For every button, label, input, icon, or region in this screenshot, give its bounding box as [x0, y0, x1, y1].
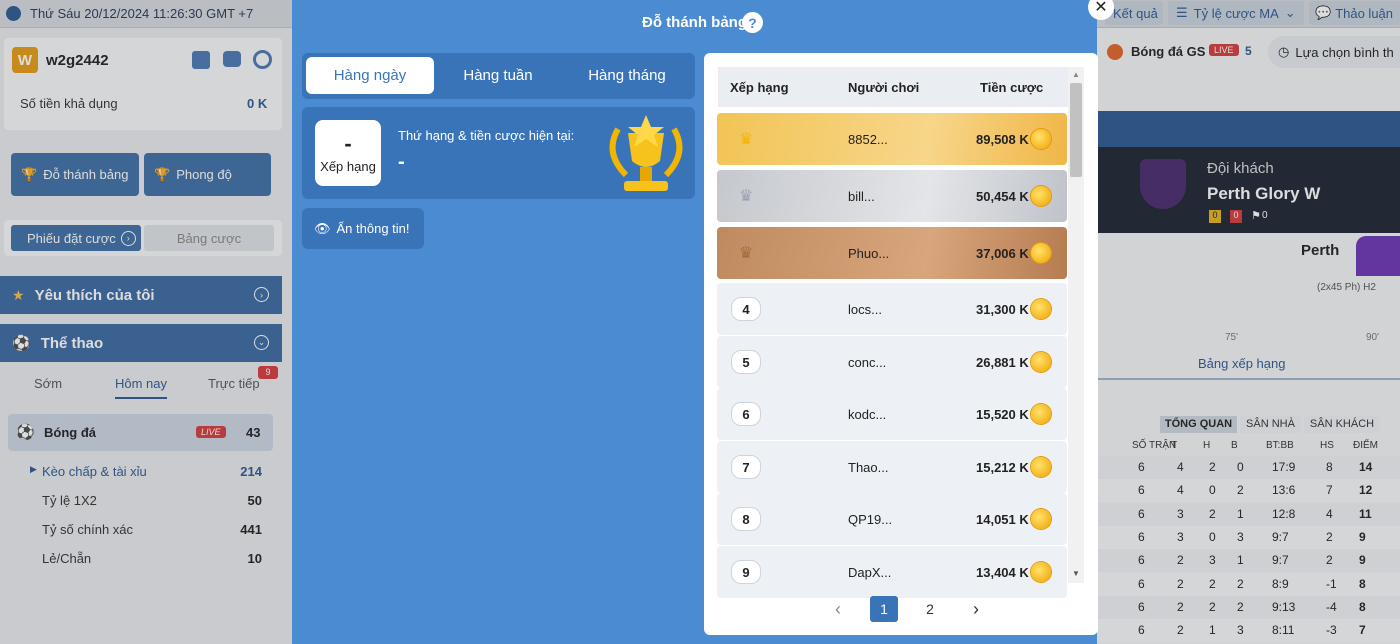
- table-header: Xếp hạng Người chơi Tiền cược: [718, 67, 1068, 107]
- rank-number: 6: [731, 402, 761, 426]
- scroll-down-icon[interactable]: ▼: [1072, 569, 1080, 578]
- page-button[interactable]: 2: [916, 596, 944, 622]
- player-name: QP19...: [848, 511, 893, 527]
- coin-icon: [1031, 352, 1051, 372]
- next-page-button[interactable]: ›: [962, 596, 990, 622]
- col-amount: Tiền cược: [980, 79, 1044, 95]
- player-name: conc...: [848, 354, 887, 370]
- leaderboard-row: 5 conc... 26,881 K: [717, 336, 1067, 388]
- bet-amount: 13,404 K: [976, 564, 1029, 580]
- trophy-icon: [609, 115, 683, 191]
- eye-off-icon: 👁: [314, 220, 331, 236]
- bet-amount: 50,454 K: [976, 188, 1029, 204]
- bet-amount: 26,881 K: [976, 354, 1029, 370]
- prev-page-button[interactable]: ‹: [824, 596, 852, 622]
- leaderboard-row: 6 kodc... 15,520 K: [717, 388, 1067, 440]
- coin-icon: [1031, 562, 1051, 582]
- leaderboard-row: 4 locs... 31,300 K: [717, 283, 1067, 335]
- bet-amount: 15,520 K: [976, 406, 1029, 422]
- bet-amount: 15,212 K: [976, 459, 1029, 475]
- my-rank-label: Xếp hạng: [320, 158, 376, 174]
- leaderboard-row: ♛ 8852... 89,508 K: [717, 113, 1067, 165]
- bet-amount: 37,006 K: [976, 245, 1029, 261]
- rank-number: 7: [731, 455, 761, 479]
- pagination: ‹ 1 2 ›: [824, 596, 1004, 622]
- coin-icon: [1031, 509, 1051, 529]
- coin-icon: [1031, 404, 1051, 424]
- coin-icon: [1031, 243, 1051, 263]
- current-value: -: [398, 151, 405, 173]
- my-rank-box: - Xếp hạng Thứ hạng & tiền cược hiện tại…: [302, 107, 695, 199]
- page-button[interactable]: 1: [870, 596, 898, 622]
- rank-number: 5: [731, 350, 761, 374]
- player-name: DapX...: [848, 564, 892, 580]
- player-name: 8852...: [848, 131, 888, 147]
- player-name: locs...: [848, 301, 882, 317]
- tab-daily[interactable]: Hàng ngày: [306, 57, 434, 94]
- col-player: Người chơi: [848, 79, 920, 95]
- rank-number: 8: [731, 507, 761, 531]
- leaderboard-row: 9 DapX... 13,404 K: [717, 546, 1067, 598]
- leaderboard-row: ♛ Phuo... 37,006 K: [717, 227, 1067, 279]
- rank-number: 4: [731, 297, 761, 321]
- coin-icon: [1031, 129, 1051, 149]
- leaderboard-row: ♛ bill... 50,454 K: [717, 170, 1067, 222]
- bet-amount: 89,508 K: [976, 131, 1029, 147]
- crown-icon: ♛: [738, 131, 754, 148]
- rank-number: 9: [731, 560, 761, 584]
- player-name: bill...: [848, 188, 875, 204]
- my-rank-value: -: [344, 130, 352, 156]
- player-name: kodc...: [848, 406, 887, 422]
- col-rank: Xếp hạng: [730, 79, 789, 95]
- tab-weekly[interactable]: Hàng tuần: [434, 57, 562, 94]
- leaderboard-row: 7 Thao... 15,212 K: [717, 441, 1067, 493]
- crown-icon: ♛: [738, 245, 754, 262]
- coin-icon: [1031, 299, 1051, 319]
- leaderboard-modal: Đỗ thánh bảng ? ✕ Hàng ngày Hàng tuần Hà…: [292, 0, 1114, 644]
- current-label: Thứ hạng & tiền cược hiện tại:: [398, 128, 575, 143]
- tab-monthly[interactable]: Hàng tháng: [563, 57, 691, 94]
- my-rank-card: - Xếp hạng: [315, 120, 381, 186]
- scroll-thumb[interactable]: [1070, 83, 1082, 177]
- modal-title: Đỗ thánh bảng: [642, 14, 747, 31]
- coin-icon: [1031, 457, 1051, 477]
- help-icon[interactable]: ?: [742, 12, 763, 33]
- bet-amount: 14,051 K: [976, 511, 1029, 527]
- player-name: Phuo...: [848, 245, 890, 261]
- period-tabs: Hàng ngày Hàng tuần Hàng tháng: [302, 53, 695, 99]
- hide-info-button[interactable]: 👁 Ẩn thông tin!: [302, 208, 424, 249]
- hide-info-label: Ẩn thông tin!: [336, 221, 410, 236]
- leaderboard-table: Xếp hạng Người chơi Tiền cược ♛ 8852... 89…: [704, 53, 1098, 635]
- player-name: Thao...: [848, 459, 889, 475]
- scroll-up-icon[interactable]: ▲: [1072, 70, 1080, 79]
- scrollbar[interactable]: ▲ ▼: [1068, 67, 1084, 583]
- coin-icon: [1031, 186, 1051, 206]
- leaderboard-row: 8 QP19... 14,051 K: [717, 493, 1067, 545]
- bet-amount: 31,300 K: [976, 301, 1029, 317]
- crown-icon: ♛: [738, 188, 754, 205]
